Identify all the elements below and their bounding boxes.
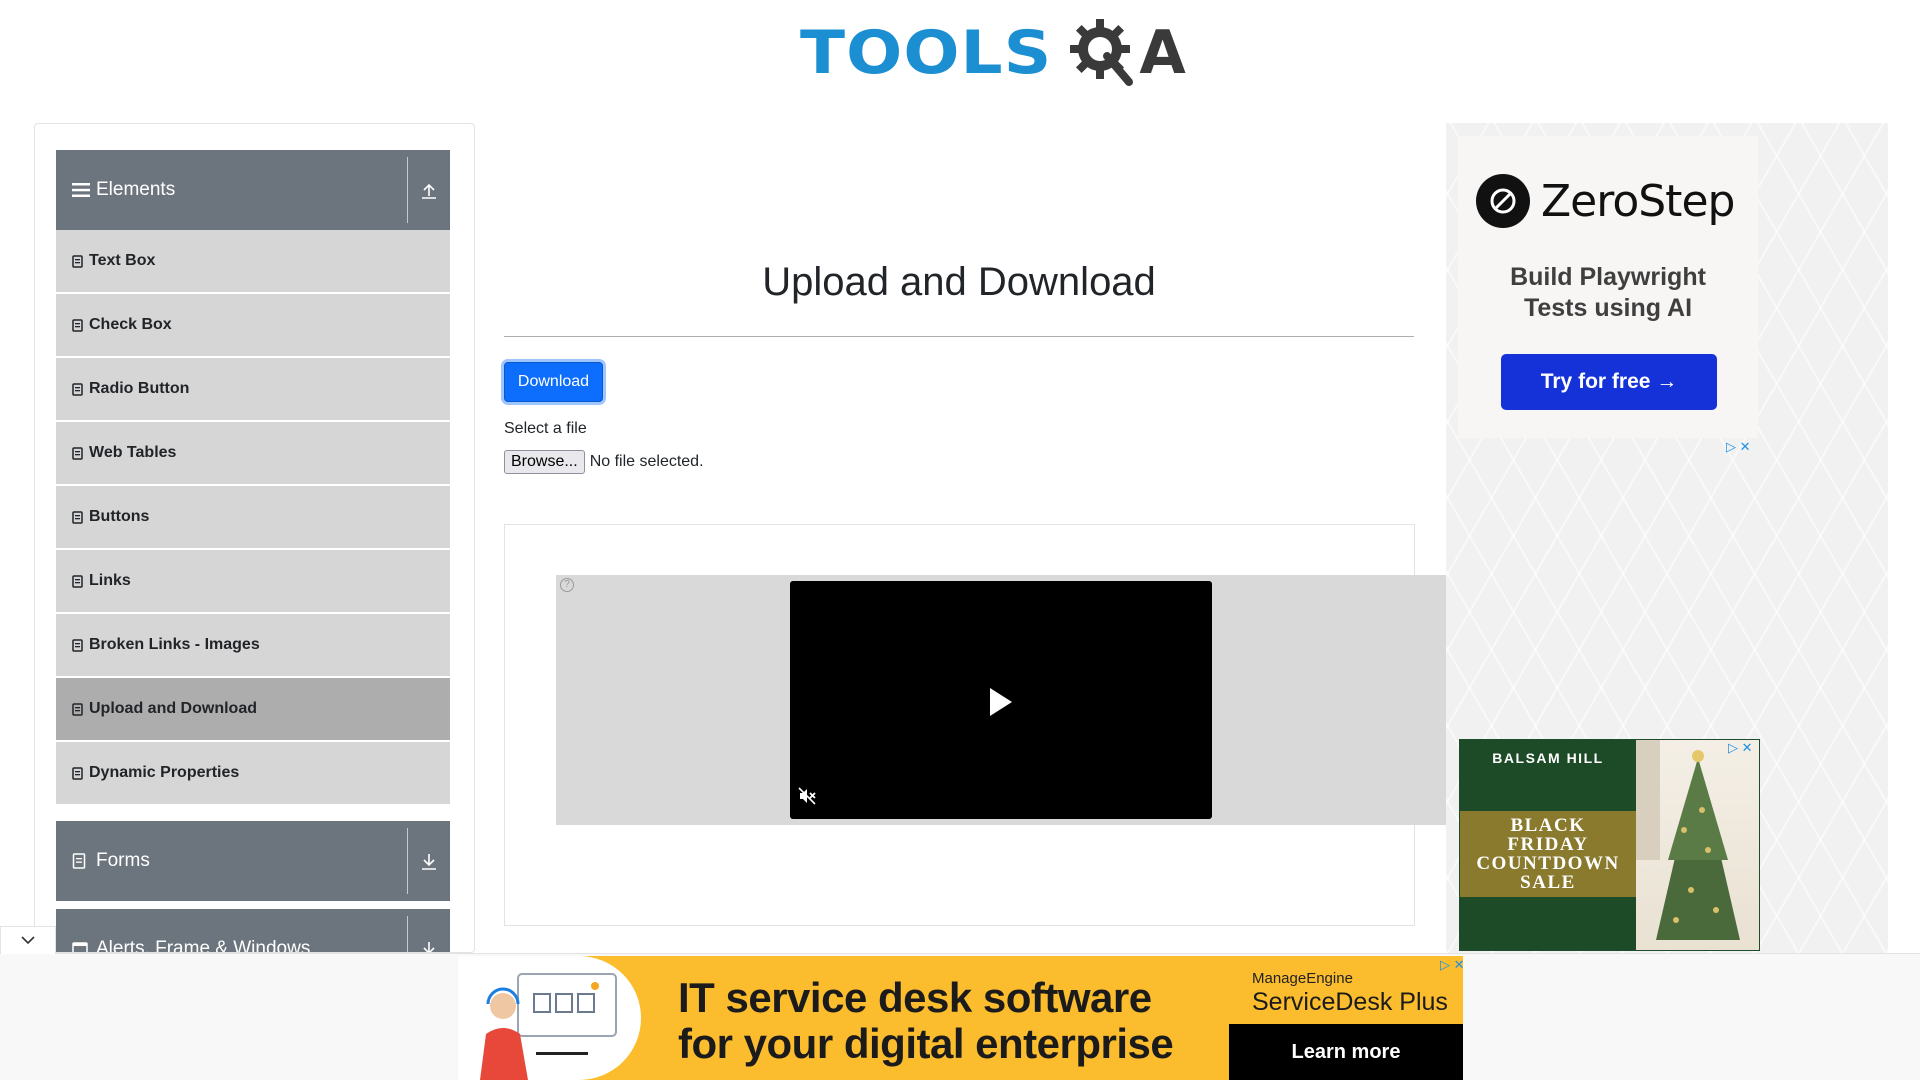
menu-item-check-box[interactable]: Check Box [56,294,450,356]
download-arrow-icon[interactable] [408,940,450,952]
zerostep-logo-icon [1476,174,1530,228]
adchoices-icon[interactable]: ▷ ✕ [1728,741,1753,755]
menu-item-upload-and-download[interactable]: Upload and Download [56,678,450,740]
select-file-label: Select a file [504,420,587,437]
menu-item-label: Links [89,572,131,589]
menu-item-label: Broken Links - Images [89,636,260,653]
balsam-line: COUNTDOWN [1476,853,1620,874]
download-button[interactable]: Download [504,362,603,402]
mute-icon[interactable] [797,786,817,806]
zerostep-tagline-line1: Build Playwright [1510,263,1706,291]
window-icon [72,942,92,952]
download-arrow-icon[interactable] [408,852,450,870]
divider [504,336,1414,337]
group-alerts-frame-windows[interactable]: Alerts, Frame & Windows [56,909,450,953]
learn-more-button[interactable]: Learn more [1229,1024,1463,1080]
group-forms[interactable]: Forms [56,821,450,901]
menu-item-label: Buttons [89,508,150,525]
christmas-tree-image [1636,740,1759,950]
document-icon [72,853,92,869]
elements-menu: Text Box Check Box Radio Button Web Tabl… [56,230,450,806]
menu-item-text-box[interactable]: Text Box [56,230,450,292]
zerostep-logo: ZeroStep [1476,174,1735,228]
menu-item-label: Web Tables [89,444,177,461]
balsam-hill-ad[interactable]: BALSAM HILL BLACK FRIDAY COUNTDOWN SALE [1459,739,1760,951]
adchoices-icon[interactable]: ▷ ✕ [1726,440,1751,454]
manageengine-logo: ManageEngine [1252,970,1353,987]
zerostep-tagline-line2: Tests using AI [1523,294,1693,322]
group-label: Elements [96,179,176,200]
menu-item-label: Text Box [89,252,156,269]
ad-info-icon[interactable]: ? [560,578,574,592]
logo-text-tools: TOOLS [800,18,1053,88]
file-upload-input[interactable]: Browse... No file selected. [504,450,704,474]
balsam-sale-box: BLACK FRIDAY COUNTDOWN SALE [1460,811,1636,897]
ad-headline-line2: for your digital enterprise [678,1020,1174,1067]
menu-item-dynamic-properties[interactable]: Dynamic Properties [56,742,450,804]
menu-item-label: Check Box [89,316,172,333]
play-icon[interactable] [990,688,1012,716]
group-elements[interactable]: Elements [56,150,450,230]
zerostep-tagline: Build Playwright Tests using AI [1458,262,1758,324]
list-icon [71,254,83,268]
divider [407,157,408,223]
list-icon [71,702,83,716]
manageengine-brand: ManageEngine ServiceDesk Plus Learn more [1229,956,1463,1080]
hamburger-icon [72,182,92,198]
christmas-tree-icon [1636,740,1740,940]
collapse-ad-button[interactable] [0,926,56,954]
browse-button[interactable]: Browse... [504,450,585,474]
toolsqa-logo[interactable]: TOOLS A [800,14,1186,92]
balsam-panel: BALSAM HILL BLACK FRIDAY COUNTDOWN SALE [1460,740,1636,950]
menu-item-label: Upload and Download [89,700,257,717]
menu-item-label: Radio Button [89,380,190,397]
list-icon [71,638,83,652]
video-player[interactable] [790,581,1212,819]
ad-headline-line1: IT service desk software [678,974,1152,1021]
chevron-down-icon [21,936,35,945]
file-status-text: No file selected. [589,453,704,470]
list-icon [71,510,83,524]
list-icon [71,318,83,332]
divider [407,916,408,952]
menu-item-links[interactable]: Links [56,550,450,612]
logo-text-a: A [1139,18,1186,88]
menu-item-label: Dynamic Properties [89,764,240,781]
zerostep-ad[interactable]: ZeroStep Build Playwright Tests using AI… [1458,136,1758,438]
menu-item-broken-links[interactable]: Broken Links - Images [56,614,450,676]
divider [407,828,408,894]
gear-magnifier-q-icon [1070,19,1134,86]
group-label: Forms [96,850,150,871]
upload-arrow-icon[interactable] [408,181,450,199]
balsam-line: BLACK [1510,815,1586,836]
menu-item-buttons[interactable]: Buttons [56,486,450,548]
balsam-line: SALE [1520,872,1576,893]
adchoices-icon[interactable]: ▷ ✕ [1440,958,1465,972]
support-agent-illustration [458,956,641,1080]
menu-item-radio-button[interactable]: Radio Button [56,358,450,420]
list-icon [71,446,83,460]
page-title: Upload and Download [762,260,1156,304]
list-icon [71,382,83,396]
group-label: Alerts, Frame & Windows [96,938,311,953]
try-for-free-button[interactable]: Try for free → [1501,354,1717,410]
balsam-line: FRIDAY [1507,834,1589,855]
menu-item-web-tables[interactable]: Web Tables [56,422,450,484]
balsam-brand: BALSAM HILL [1492,750,1604,766]
list-icon [71,766,83,780]
list-icon [71,574,83,588]
servicedesk-plus-name: ServiceDesk Plus [1252,988,1448,1016]
zerostep-brand: ZeroStep [1541,175,1735,227]
left-sidebar: Elements Text Box Check Box Radio Button… [34,123,475,953]
servicedesk-ad[interactable]: IT service desk software for your digita… [458,956,1463,1080]
